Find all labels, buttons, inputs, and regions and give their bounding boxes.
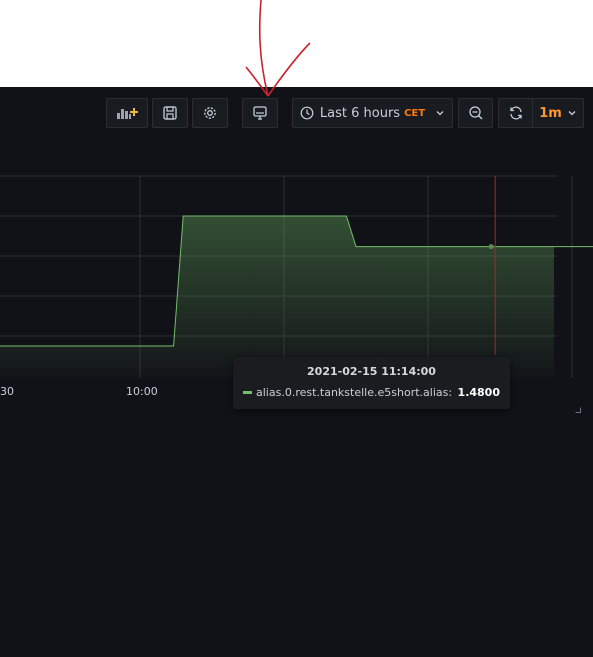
series-area: [0, 216, 593, 378]
tooltip-row: alias.0.rest.tankstelle.e5short.alias: 1…: [243, 386, 500, 399]
graph-panel[interactable]: [0, 0, 593, 657]
x-tick-label: 10:00: [126, 385, 158, 398]
graph-tooltip: 2021-02-15 11:14:00 alias.0.rest.tankste…: [233, 357, 510, 409]
tooltip-value: 1.4800: [457, 386, 500, 399]
tooltip-time: 2021-02-15 11:14:00: [307, 365, 436, 378]
hover-point: [488, 244, 494, 250]
panel-resize-handle[interactable]: [575, 407, 581, 413]
series-color-swatch: [243, 391, 252, 394]
x-tick-label: 30: [0, 385, 14, 398]
tooltip-series-name: alias.0.rest.tankstelle.e5short.alias:: [256, 386, 453, 399]
